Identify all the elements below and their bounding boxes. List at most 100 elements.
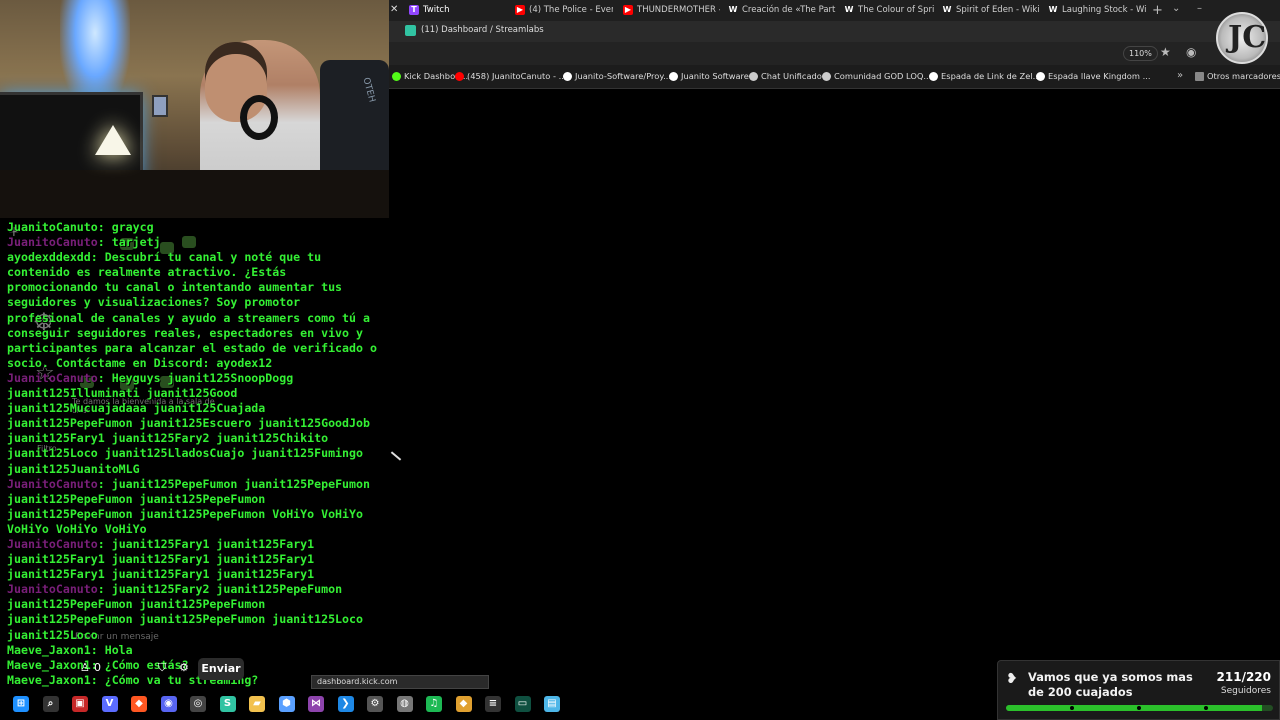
chat-username: Maeve_Jaxon1 (7, 672, 91, 687)
windows-start-icon[interactable]: ⊞ (13, 696, 29, 712)
chat-messages: JuanitoCanuto: graycg JuanitoCanuto: tarj… (0, 220, 389, 688)
zoom-indicator[interactable]: 110% (1123, 46, 1158, 61)
goal-title: Vamos que ya somos mas de 200 cuajados (1028, 670, 1193, 699)
chat-message: JuanitoCanuto: graycg (0, 220, 380, 235)
app-icon[interactable]: ⬢ (278, 696, 295, 712)
site-icon (1036, 72, 1045, 81)
goal-label: Seguidores (1220, 686, 1271, 696)
webcam-feed: OTEH (0, 0, 389, 218)
new-tab-icon[interactable]: + (1152, 3, 1163, 18)
youtube-icon: ▶ (515, 5, 525, 15)
chat-username: ayodexddexdd (7, 250, 91, 265)
triforce-lamp (95, 125, 131, 155)
tab[interactable]: W Spirit of Eden - Wikipe (936, 0, 1040, 21)
brave-icon[interactable]: ◆ (131, 696, 147, 712)
tab-label: Twitch (423, 5, 450, 15)
streamlabs-icon[interactable]: S (219, 696, 236, 712)
folder-icon[interactable]: ▰ (249, 696, 265, 712)
goal-progress-fill (1006, 705, 1263, 711)
bookmark[interactable]: Espada llave Kingdom ... (1036, 71, 1151, 81)
youtube-icon: ▶ (623, 5, 633, 15)
goal-marker (1070, 706, 1074, 710)
bookmark-label: (458) JuanitoCanuto - ... (467, 71, 567, 81)
minimize-icon[interactable]: – (1197, 3, 1202, 14)
more-bookmarks-icon[interactable]: » (1177, 70, 1183, 81)
send-button[interactable]: Enviar (198, 658, 244, 680)
chat-text: : tarjetj (97, 235, 161, 250)
obs-icon[interactable]: ◎ (190, 696, 206, 712)
visual-studio-icon[interactable]: ⋈ (308, 696, 324, 712)
app-icon[interactable]: ◆ (455, 696, 472, 712)
bookmark-label: Chat Unificado (761, 71, 822, 81)
blue-light (60, 0, 130, 110)
follower-goal-widget: ❥ Vamos que ya somos mas de 200 cuajados… (997, 660, 1280, 720)
tab[interactable]: W The Colour of Spring (838, 0, 934, 21)
mod-icon[interactable]: ♙ (80, 661, 90, 674)
bookmark[interactable]: (458) JuanitoCanuto - ... (455, 71, 567, 81)
app-icon[interactable]: ≡ (485, 696, 501, 712)
heart-icon: ❥ (1006, 671, 1018, 687)
site-icon (929, 72, 938, 81)
tab[interactable]: ▶ (4) The Police - Every B (509, 0, 613, 21)
chat-message: ayodexddexdd: Descubrí tu canal y noté q… (0, 250, 380, 371)
app-icon[interactable]: V (101, 696, 118, 712)
chat-username: JuanitoCanuto (7, 220, 98, 234)
chat-message: Maeve_Jaxon1: Hola (0, 643, 380, 658)
kick-icon (392, 72, 401, 81)
chat-message: Maeve_Jaxon1: ¿Cómo estás? (0, 658, 380, 673)
wikipedia-icon: W (728, 5, 738, 14)
bookmark[interactable]: Espada de Link de Zel... (929, 71, 1041, 81)
task-view-icon[interactable]: ▣ (72, 696, 88, 712)
chat-username: JuanitoCanuto (7, 536, 98, 551)
tab-label: The Colour of Spring (858, 5, 934, 15)
chat-text: : Hola (90, 642, 133, 657)
address-bar[interactable]: (11) Dashboard / Streamlabs (389, 21, 1280, 42)
bookmark-label: Juanito-Software/Proy... (575, 71, 672, 81)
other-bookmarks[interactable]: Otros marcadores (1195, 71, 1280, 81)
chat-username: Maeve_Jaxon1 (7, 642, 91, 657)
bookmark[interactable]: Juanito-Software/Proy... (563, 71, 671, 81)
chevron-down-icon[interactable]: ⌄ (1172, 3, 1180, 14)
notepad-icon[interactable]: ▤ (544, 696, 560, 712)
tab-bar: ✕ T Twitch ▶ (4) The Police - Every B ▶ THUND… (389, 0, 1280, 21)
chat-message: JuanitoCanuto: juanit125Fary1 juanit125F… (0, 537, 380, 582)
terminal-icon[interactable]: ▭ (514, 696, 531, 712)
bookmark[interactable]: Comunidad GOD LOQ... (822, 71, 931, 81)
app-icon[interactable]: ◍ (396, 696, 413, 712)
bookmark-label: Juanito Software (681, 71, 749, 81)
settings-icon[interactable]: ⚙ (367, 696, 383, 712)
viewer-count: 0 (94, 661, 101, 674)
folder-icon (1195, 72, 1204, 81)
tab[interactable]: W Creación de «The Part (722, 0, 836, 21)
github-icon (563, 72, 572, 81)
search-icon[interactable]: ⌕ (42, 696, 59, 712)
bookmark[interactable]: Juanito Software (669, 71, 749, 81)
page-content (389, 90, 1280, 720)
tab[interactable]: ▶ THUNDERMOTHER - R (617, 0, 720, 21)
gear-icon[interactable]: ⚙ (179, 661, 189, 674)
globe-icon (822, 72, 831, 81)
status-url: dashboard.kick.com (311, 675, 489, 689)
close-tab-icon[interactable]: ✕ (390, 4, 398, 15)
chat-text: : ¿Cómo estás? (90, 657, 189, 672)
browser-window: ✕ T Twitch ▶ (4) The Police - Every B ▶ THUND… (389, 0, 1280, 720)
star-bookmark-icon[interactable]: ★ (1160, 45, 1171, 59)
profile-icon[interactable]: ◉ (1186, 45, 1196, 59)
toolbar: 110% ★ ◉ (389, 42, 1280, 65)
tab-label: Laughing Stock - Wikip (1062, 5, 1146, 15)
vscode-icon[interactable]: ❯ (337, 696, 354, 712)
tab[interactable]: T Twitch (403, 0, 507, 21)
discord-icon[interactable]: ◉ (160, 696, 177, 712)
tab[interactable]: W Laughing Stock - Wikip (1042, 0, 1146, 21)
desk (0, 170, 389, 218)
goal-count: 211/220 (1216, 670, 1271, 684)
spotify-icon[interactable]: ♫ (426, 696, 442, 712)
globe-icon (749, 72, 758, 81)
tab-label: Creación de «The Part (742, 5, 836, 15)
github-icon (669, 72, 678, 81)
chat-text: : Heyguys juanit125SnoopDogg juanit125Il… (7, 370, 377, 476)
chat-text: : graycg (97, 220, 154, 234)
chat-message: JuanitoCanuto: juanit125PepeFumon juanit… (0, 477, 380, 537)
bookmark[interactable]: Chat Unificado (749, 71, 822, 81)
shield-icon[interactable]: ⛉ (158, 661, 166, 675)
